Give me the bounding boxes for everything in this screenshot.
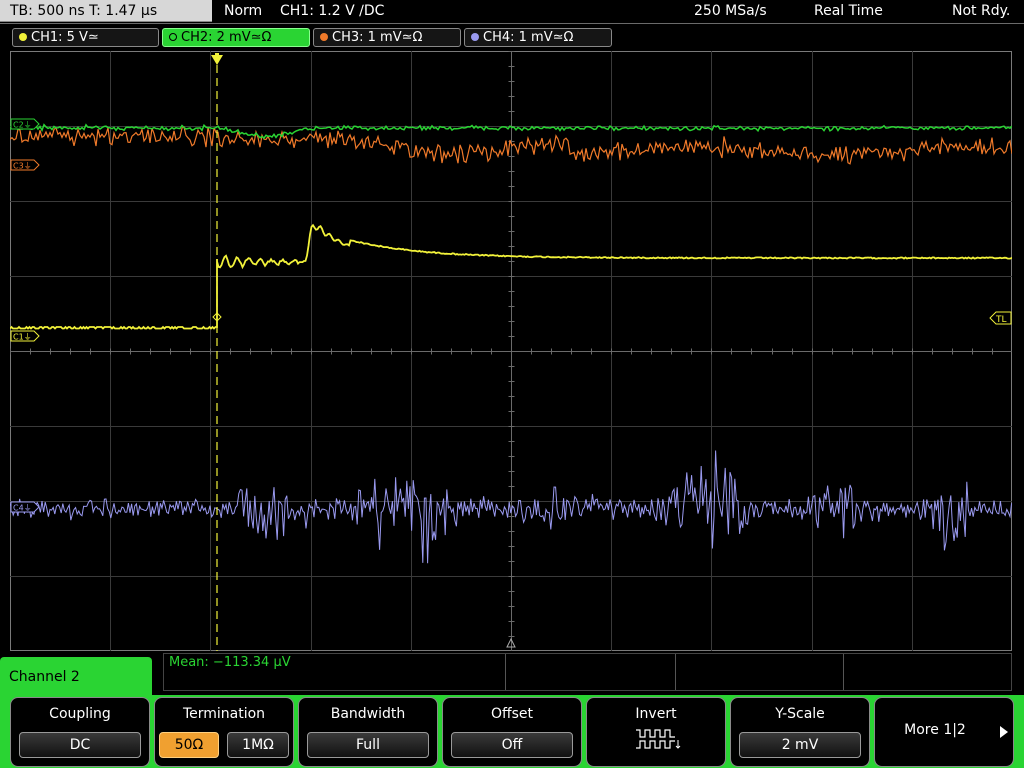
c3-marker: C3⏚ xyxy=(10,159,40,171)
measurement-cell-divider xyxy=(505,654,506,690)
tab-ch1-label: CH1: 5 V≃ xyxy=(31,30,99,45)
tab-ch2[interactable]: CH2: 2 mV≃Ω xyxy=(162,28,310,47)
termination-title: Termination xyxy=(182,706,266,722)
termination-50ohm-option[interactable]: 50Ω xyxy=(159,732,219,758)
next-page-arrow-icon xyxy=(1000,726,1008,738)
invert-waveform-icon xyxy=(636,729,681,749)
waveform-display[interactable]: C2⏚ C3⏚ C1⏚ C4⏚ TL xyxy=(10,51,1012,651)
c3-marker-label: C3⏚ xyxy=(13,162,32,171)
c2-marker-label: C2⏚ xyxy=(13,121,32,130)
coupling-value[interactable]: DC xyxy=(19,732,141,758)
yscale-softkey[interactable]: Y-Scale 2 mV xyxy=(730,697,870,767)
measurement-cell-divider xyxy=(843,654,844,690)
more-softkey[interactable]: More 1|2 xyxy=(874,697,1014,767)
tab-ch3-label: CH3: 1 mV≃Ω xyxy=(332,30,423,45)
ch4-color-dot xyxy=(471,33,479,41)
tab-ch4-label: CH4: 1 mV≃Ω xyxy=(483,30,574,45)
bandwidth-value[interactable]: Full xyxy=(307,732,429,758)
tab-ch4[interactable]: CH4: 1 mV≃Ω xyxy=(464,28,612,47)
tab-ch1[interactable]: CH1: 5 V≃ xyxy=(12,28,159,47)
c4-marker-label: C4⏚ xyxy=(13,504,32,513)
top-divider xyxy=(0,23,1024,24)
bandwidth-softkey[interactable]: Bandwidth Full xyxy=(298,697,438,767)
trigger-info[interactable]: CH1: 1.2 V ∕DC xyxy=(280,0,384,22)
menu-title: Channel 2 xyxy=(0,657,152,697)
offset-value[interactable]: Off xyxy=(451,732,573,758)
ch2-color-dot xyxy=(169,33,177,41)
trigger-level-label: TL xyxy=(995,315,1007,325)
measurement-bar: Mean: −113.34 µV xyxy=(163,653,1012,691)
yscale-title: Y-Scale xyxy=(775,706,825,722)
acquisition-state: Not Rdy. xyxy=(952,3,1011,19)
offset-title: Offset xyxy=(490,706,534,722)
ch1-color-dot xyxy=(19,33,27,41)
status-bar: TB: 500 ns T: 1.47 µs Norm CH1: 1.2 V ∕D… xyxy=(0,0,1024,24)
more-label: More 1|2 xyxy=(904,722,966,738)
measurement-cell-divider xyxy=(675,654,676,690)
yscale-value[interactable]: 2 mV xyxy=(739,732,861,758)
termination-softkey[interactable]: Termination 50Ω 1MΩ xyxy=(154,697,294,767)
c1-marker: C1⏚ xyxy=(10,330,40,342)
offset-softkey[interactable]: Offset Off xyxy=(442,697,582,767)
trigger-mode[interactable]: Norm xyxy=(224,0,262,22)
tab-ch2-label: CH2: 2 mV≃Ω xyxy=(181,30,272,45)
tab-ch3[interactable]: CH3: 1 mV≃Ω xyxy=(313,28,461,47)
ch3-color-dot xyxy=(320,33,328,41)
bandwidth-title: Bandwidth xyxy=(330,706,406,722)
timebase-readout[interactable]: TB: 500 ns T: 1.47 µs xyxy=(0,0,212,22)
sample-rate: 250 MSa/s xyxy=(694,3,767,19)
c2-marker: C2⏚ xyxy=(10,118,40,130)
invert-title: Invert xyxy=(635,706,677,722)
measurement-mean: Mean: −113.34 µV xyxy=(169,655,291,670)
coupling-softkey[interactable]: Coupling DC xyxy=(10,697,150,767)
acquisition-mode: Real Time xyxy=(814,3,883,19)
c1-marker-label: C1⏚ xyxy=(13,333,32,342)
invert-softkey[interactable]: Invert xyxy=(586,697,726,767)
c4-marker: C4⏚ xyxy=(10,501,40,513)
termination-1mohm-option[interactable]: 1MΩ xyxy=(227,732,289,758)
coupling-title: Coupling xyxy=(49,706,111,722)
